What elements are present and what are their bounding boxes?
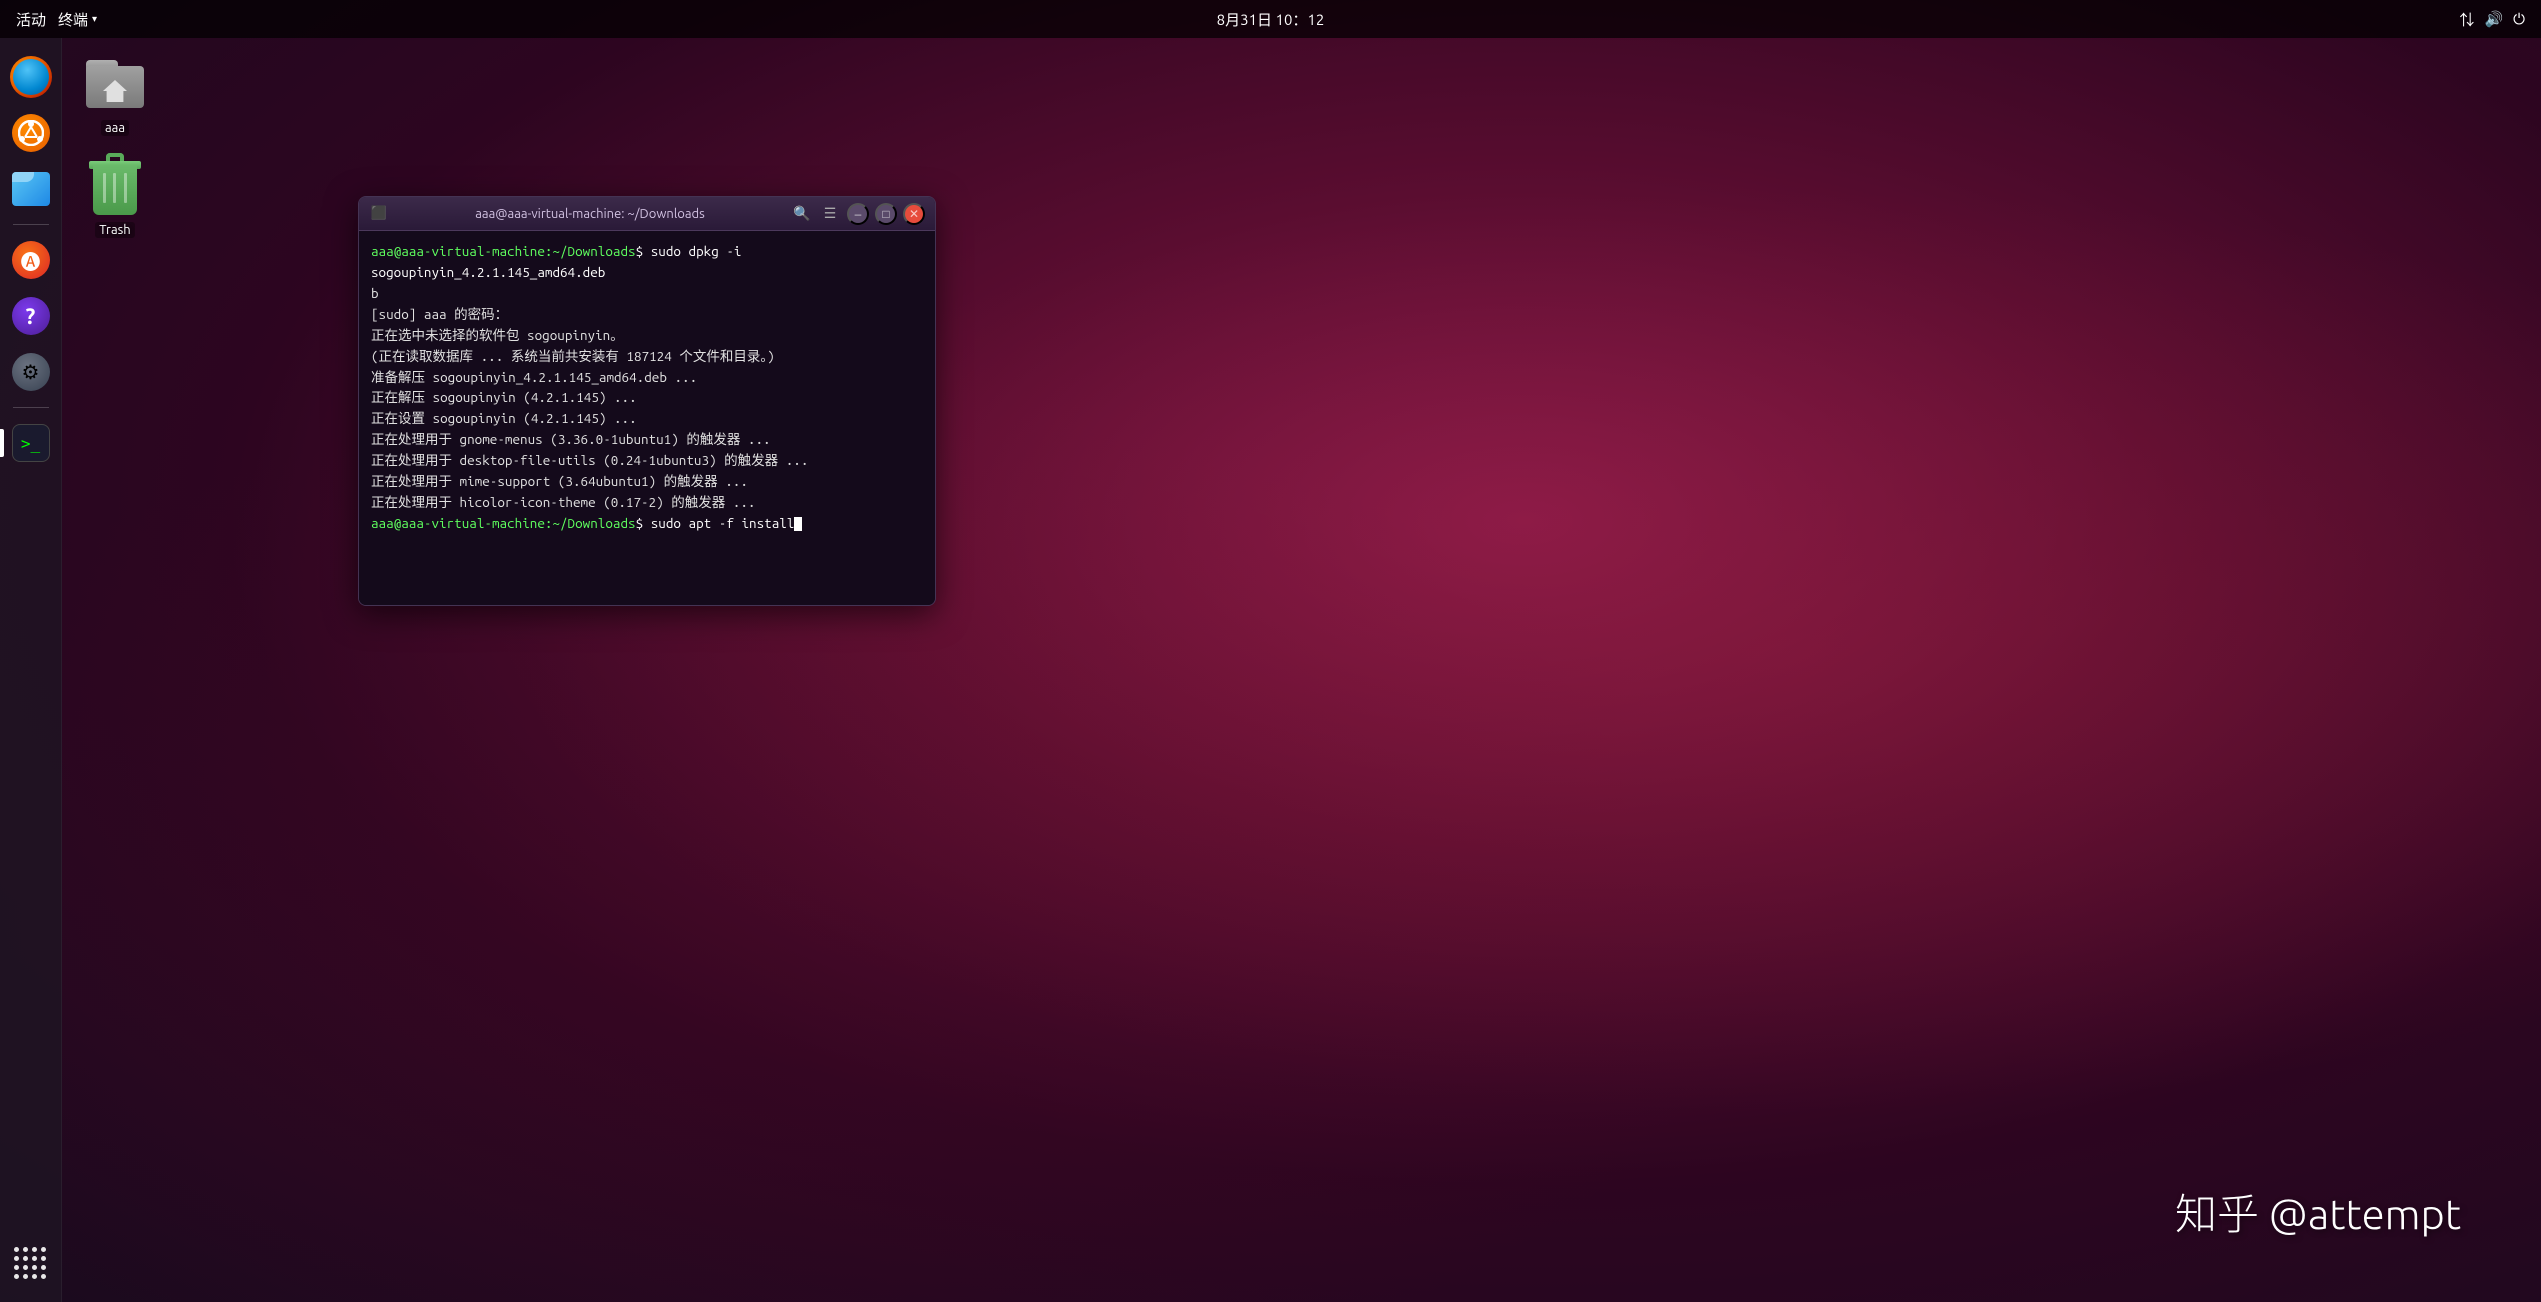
folder-home-symbol — [103, 80, 127, 102]
terminal-close-button[interactable]: ✕ — [903, 203, 925, 225]
terminal-line: 正在处理用于 hicolor-icon-theme (0.17-2) 的触发器 … — [371, 492, 923, 513]
terminal-line: 正在选中未选择的软件包 sogoupinyin。 — [371, 325, 923, 346]
grid-dots — [14, 1247, 47, 1280]
dock-item-firefox[interactable] — [6, 52, 56, 102]
dock-item-settings[interactable]: ⚙ — [6, 347, 56, 397]
terminal-cursor — [794, 517, 802, 531]
terminal-menu-button[interactable]: ☰ — [819, 203, 841, 225]
terminal-line: aaa@aaa-virtual-machine:~/Downloads$ sud… — [371, 241, 923, 283]
grid-dot — [41, 1256, 46, 1261]
trash-body — [93, 165, 137, 215]
terminal-menu-arrow: ▾ — [92, 13, 97, 25]
grid-dot — [32, 1247, 37, 1252]
grid-dot — [23, 1247, 28, 1252]
terminal-window: ⬛ aaa@aaa-virtual-machine: ~/Downloads 🔍… — [358, 196, 936, 606]
top-bar-right: ⇅ 🔊 ⏻ — [2459, 9, 2525, 30]
terminal-line: b — [371, 283, 923, 304]
terminal-content[interactable]: aaa@aaa-virtual-machine:~/Downloads$ sud… — [359, 231, 935, 605]
terminal-line: (正在读取数据库 ... 系统当前共安装有 187124 个文件和目录。) — [371, 346, 923, 367]
grid-dot — [14, 1274, 19, 1279]
folder-body — [86, 66, 144, 108]
files-icon — [12, 172, 50, 206]
trash-icon-label: Trash — [95, 222, 134, 238]
activities-button[interactable]: 活动 — [16, 9, 46, 30]
terminal-line: [sudo] aaa 的密码： — [371, 304, 923, 325]
grid-dot — [32, 1256, 37, 1261]
dock-bottom — [6, 1238, 56, 1302]
dock-separator-1 — [13, 224, 49, 225]
trash-line — [103, 173, 106, 203]
terminal-line: 准备解压 sogoupinyin_4.2.1.145_amd64.deb ... — [371, 367, 923, 388]
dock-item-help[interactable]: ? — [6, 291, 56, 341]
terminal-line: 正在设置 sogoupinyin (4.2.1.145) ... — [371, 408, 923, 429]
network-icon[interactable]: ⇅ — [2459, 9, 2474, 30]
grid-dot — [41, 1274, 46, 1279]
terminal-line: aaa@aaa-virtual-machine:~/Downloads$ sud… — [371, 513, 923, 534]
home-folder-image — [83, 50, 147, 114]
desktop-icon-trash[interactable]: Trash — [70, 152, 160, 238]
watermark: 知乎 @attempt — [2175, 1181, 2461, 1242]
titlebar-controls: 🔍 ☰ – □ ✕ — [791, 203, 925, 225]
terminal-maximize-button[interactable]: □ — [875, 203, 897, 225]
trash-lines — [93, 165, 137, 203]
volume-icon[interactable]: 🔊 — [2484, 10, 2503, 28]
system-icons: ⇅ 🔊 ⏻ — [2459, 9, 2525, 30]
software-center-icon: 🅐 — [12, 241, 50, 279]
settings-icon: ⚙ — [12, 353, 50, 391]
terminal-line: 正在处理用于 desktop-file-utils (0.24-1ubuntu3… — [371, 450, 923, 471]
top-bar: 活动 终端 ▾ 8月31日 10：12 ⇅ 🔊 ⏻ — [0, 0, 2541, 38]
grid-dot — [14, 1265, 19, 1270]
terminal-menu[interactable]: 终端 ▾ — [58, 9, 97, 30]
grid-dot — [23, 1274, 28, 1279]
dock-item-files[interactable] — [6, 164, 56, 214]
trash-image — [83, 152, 147, 216]
top-bar-left: 活动 终端 ▾ — [16, 9, 97, 30]
grid-dot — [23, 1256, 28, 1261]
dock-item-ubuntu[interactable] — [6, 108, 56, 158]
home-folder-icon — [86, 56, 144, 108]
power-icon[interactable]: ⏻ — [2513, 10, 2525, 28]
trash-icon — [87, 153, 143, 215]
dock-separator-2 — [13, 407, 49, 408]
trash-line — [124, 173, 127, 203]
help-icon: ? — [12, 297, 50, 335]
dock-item-software[interactable]: 🅐 — [6, 235, 56, 285]
terminal-line: 正在处理用于 gnome-menus (3.36.0-1ubuntu1) 的触发… — [371, 429, 923, 450]
desktop-icons: aaa Trash — [70, 50, 160, 238]
titlebar-terminal-icon: ⬛ — [369, 204, 389, 224]
grid-dot — [32, 1265, 37, 1270]
ubuntu-icon — [12, 114, 50, 152]
trash-line — [113, 173, 116, 203]
show-apps-icon — [11, 1243, 51, 1283]
terminal-menu-label: 终端 — [58, 9, 88, 30]
grid-dot — [41, 1265, 46, 1270]
grid-dot — [32, 1274, 37, 1279]
grid-dot — [14, 1256, 19, 1261]
terminal-search-button[interactable]: 🔍 — [791, 203, 813, 225]
terminal-minimize-button[interactable]: – — [847, 203, 869, 225]
home-icon-label: aaa — [101, 120, 129, 136]
terminal-titlebar: ⬛ aaa@aaa-virtual-machine: ~/Downloads 🔍… — [359, 197, 935, 231]
terminal-line: 正在处理用于 mime-support (3.64ubuntu1) 的触发器 .… — [371, 471, 923, 492]
dock-item-show-apps[interactable] — [6, 1238, 56, 1288]
top-bar-datetime: 8月31日 10：12 — [1217, 9, 1325, 30]
firefox-icon — [10, 56, 52, 98]
ubuntu-logo-svg — [18, 120, 44, 146]
desktop-icon-home[interactable]: aaa — [70, 50, 160, 136]
grid-dot — [14, 1247, 19, 1252]
dock-item-terminal[interactable]: >_ — [6, 418, 56, 468]
dock: 🅐 ? ⚙ >_ — [0, 38, 62, 1302]
titlebar-title: aaa@aaa-virtual-machine: ~/Downloads — [397, 207, 783, 221]
grid-dot — [41, 1247, 46, 1252]
grid-dot — [23, 1265, 28, 1270]
terminal-icon: >_ — [12, 424, 50, 462]
terminal-line: 正在解压 sogoupinyin (4.2.1.145) ... — [371, 387, 923, 408]
